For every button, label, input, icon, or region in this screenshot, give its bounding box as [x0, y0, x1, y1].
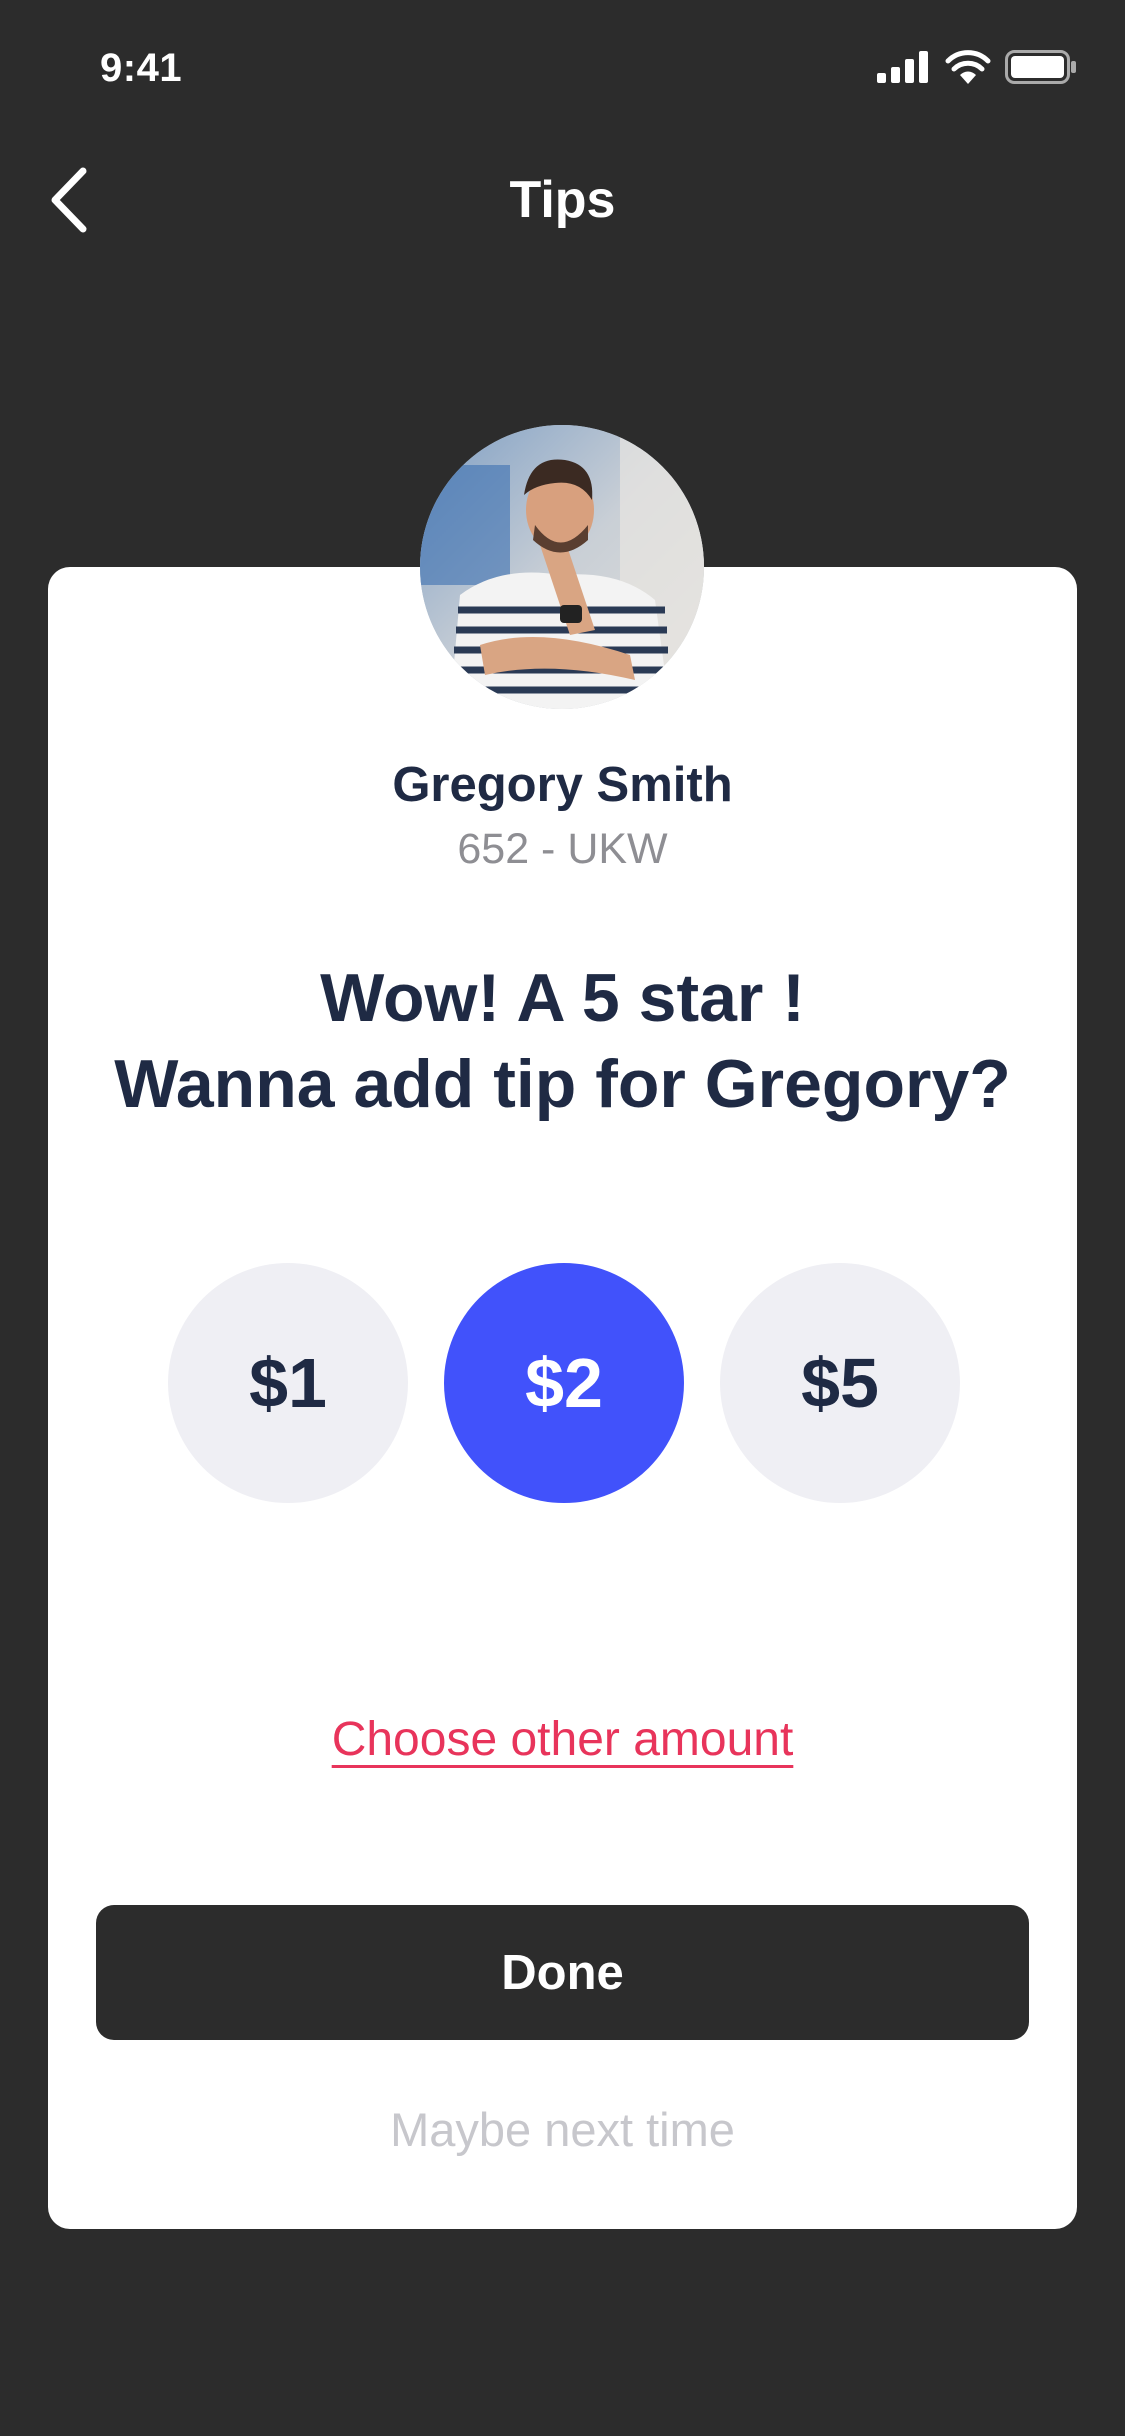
battery-icon	[1005, 50, 1077, 84]
choose-other-amount-link[interactable]: Choose other amount	[0, 1712, 1125, 1767]
tip-prompt-headline: Wow! A 5 star ! Wanna add tip for Gregor…	[0, 955, 1125, 1127]
page-title: Tips	[509, 171, 616, 229]
tip-options: $1 $2 $5	[0, 1263, 1125, 1503]
tip-option-1[interactable]: $1	[168, 1263, 408, 1503]
nav-bar: Tips	[0, 140, 1125, 270]
choose-other-amount-label: Choose other amount	[331, 1713, 794, 1766]
driver-name: Gregory Smith	[392, 758, 733, 812]
done-button[interactable]: Done	[96, 1905, 1029, 2040]
status-bar: 9:41	[0, 0, 1125, 140]
headline-line-1: Wow! A 5 star !	[320, 960, 805, 1036]
driver-plate: 652 - UKW	[457, 825, 668, 873]
cellular-signal-icon	[877, 51, 931, 83]
status-icons	[877, 50, 1077, 84]
maybe-next-time-button[interactable]: Maybe next time	[0, 2102, 1125, 2157]
wifi-icon	[945, 50, 991, 84]
tip-option-5[interactable]: $5	[720, 1263, 960, 1503]
tip-option-2[interactable]: $2	[444, 1263, 684, 1503]
headline-line-2: Wanna add tip for Gregory?	[114, 1046, 1011, 1122]
status-time: 9:41	[100, 46, 183, 90]
driver-avatar	[420, 425, 704, 709]
